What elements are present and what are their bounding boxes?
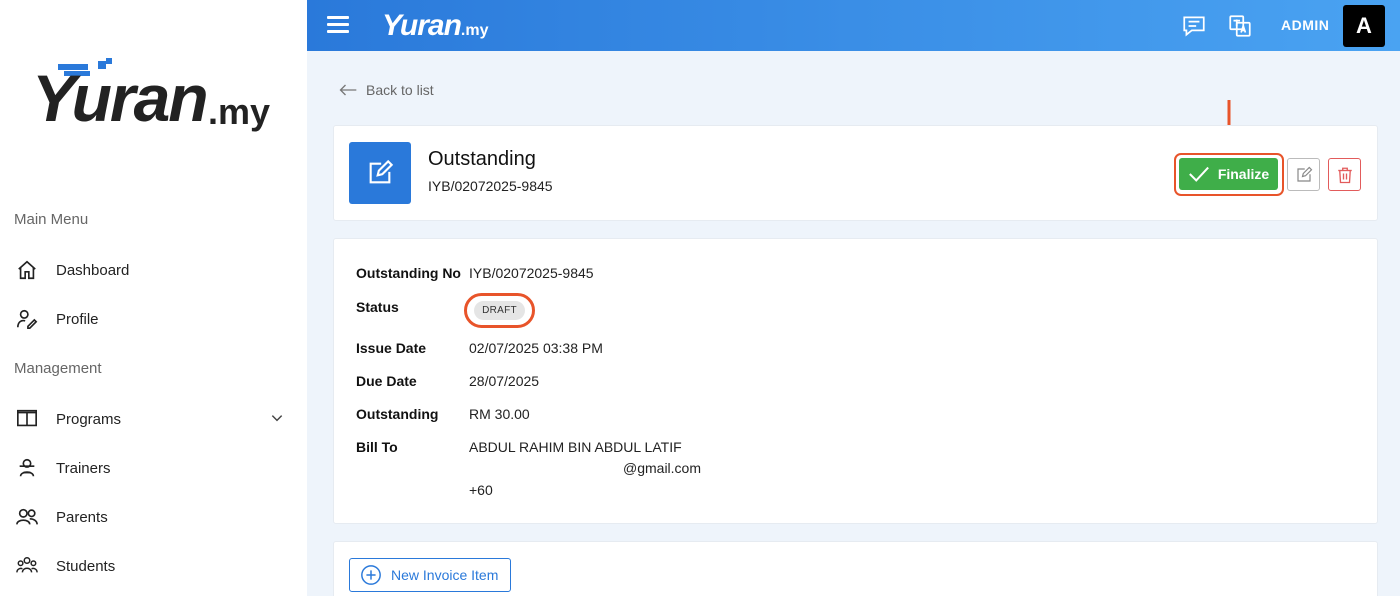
new-invoice-item-label: New Invoice Item [391, 567, 499, 583]
sidebar-item-parents[interactable]: Parents [14, 502, 294, 532]
edit-document-icon [349, 142, 411, 204]
due-date-value: 28/07/2025 [469, 373, 540, 389]
sidebar-item-label: Dashboard [56, 261, 130, 279]
finalize-highlight: Finalize [1174, 153, 1284, 196]
reference-number: IYB/02072025-9845 [428, 178, 553, 194]
brand-logo[interactable]: Yuran .my [32, 58, 282, 138]
trash-icon [1337, 167, 1352, 183]
outstanding-no-value: IYB/02072025-9845 [469, 265, 594, 281]
invoice-items-card: New Invoice Item [333, 541, 1378, 596]
arrow-left-icon [339, 84, 357, 96]
avatar[interactable]: A [1343, 5, 1385, 47]
user-name[interactable]: ADMIN [1281, 17, 1329, 33]
logo-suffix: .my [208, 91, 271, 132]
section-management: Management [14, 360, 102, 377]
status-highlight: DRAFT [464, 293, 535, 328]
page-title: Outstanding [428, 148, 536, 170]
bill-to-phone: +60 [469, 482, 493, 498]
trainer-icon [14, 455, 40, 481]
sidebar-item-trainers[interactable]: Trainers [14, 453, 294, 483]
plus-circle-icon [361, 565, 381, 585]
header-card: Outstanding IYB/02072025-9845 Finalize [333, 125, 1378, 221]
bill-to-email: @gmail.com [623, 460, 702, 476]
sidebar-item-label: Students [56, 557, 116, 575]
sidebar-item-profile[interactable]: Profile [14, 304, 294, 334]
sidebar-item-programs[interactable]: Programs [14, 404, 294, 434]
sidebar-item-label: Trainers [56, 459, 111, 477]
logo-text: Yuran [32, 61, 209, 135]
sidebar-item-label: Parents [56, 508, 108, 526]
chevron-down-icon[interactable] [270, 411, 284, 430]
user-pen-icon [14, 306, 40, 332]
sidebar-item-students[interactable]: Students [14, 551, 294, 581]
sidebar-item-dashboard[interactable]: Dashboard [14, 255, 294, 285]
menu-icon[interactable] [327, 16, 349, 34]
top-brand-logo[interactable]: Yuran.my [382, 6, 488, 46]
sidebar-item-label: Programs [56, 410, 122, 428]
issue-date-label: Issue Date [356, 340, 427, 356]
section-main-menu: Main Menu [14, 211, 89, 228]
finalize-button[interactable]: Finalize [1179, 158, 1278, 190]
status-label: Status [356, 299, 399, 315]
back-label: Back to list [366, 82, 434, 98]
status-badge: DRAFT [474, 301, 525, 320]
users-icon [14, 504, 40, 530]
home-icon [14, 257, 40, 283]
finalize-label: Finalize [1217, 166, 1270, 182]
back-to-list-link[interactable]: Back to list [338, 82, 434, 98]
message-icon[interactable] [1181, 13, 1207, 39]
sidebar: Yuran .my Main Menu Dashboard Profile Ma… [0, 0, 307, 596]
bill-to-name: ABDUL RAHIM BIN ABDUL LATIF [469, 439, 682, 455]
outstanding-value: RM 30.00 [469, 406, 530, 422]
issue-date-value: 02/07/2025 03:38 PM [469, 340, 603, 356]
top-bar: Yuran.my ADMIN A [307, 0, 1400, 51]
outstanding-no-label: Outstanding No [356, 265, 461, 281]
top-logo-text: Yuran [382, 9, 462, 42]
delete-button[interactable] [1328, 158, 1361, 191]
translate-icon[interactable] [1227, 13, 1253, 39]
book-open-icon [14, 406, 40, 432]
outstanding-label: Outstanding [356, 406, 439, 422]
sidebar-item-label: Profile [56, 310, 99, 328]
details-card: Outstanding No IYB/02072025-9845 Status … [333, 238, 1378, 524]
top-logo-suffix: .my [460, 22, 489, 39]
check-icon [1188, 166, 1209, 182]
due-date-label: Due Date [356, 373, 417, 389]
edit-icon [1296, 166, 1312, 182]
bill-to-label: Bill To [356, 439, 398, 455]
new-invoice-item-button[interactable]: New Invoice Item [349, 558, 511, 592]
edit-button[interactable] [1287, 158, 1320, 191]
students-icon [14, 553, 40, 579]
